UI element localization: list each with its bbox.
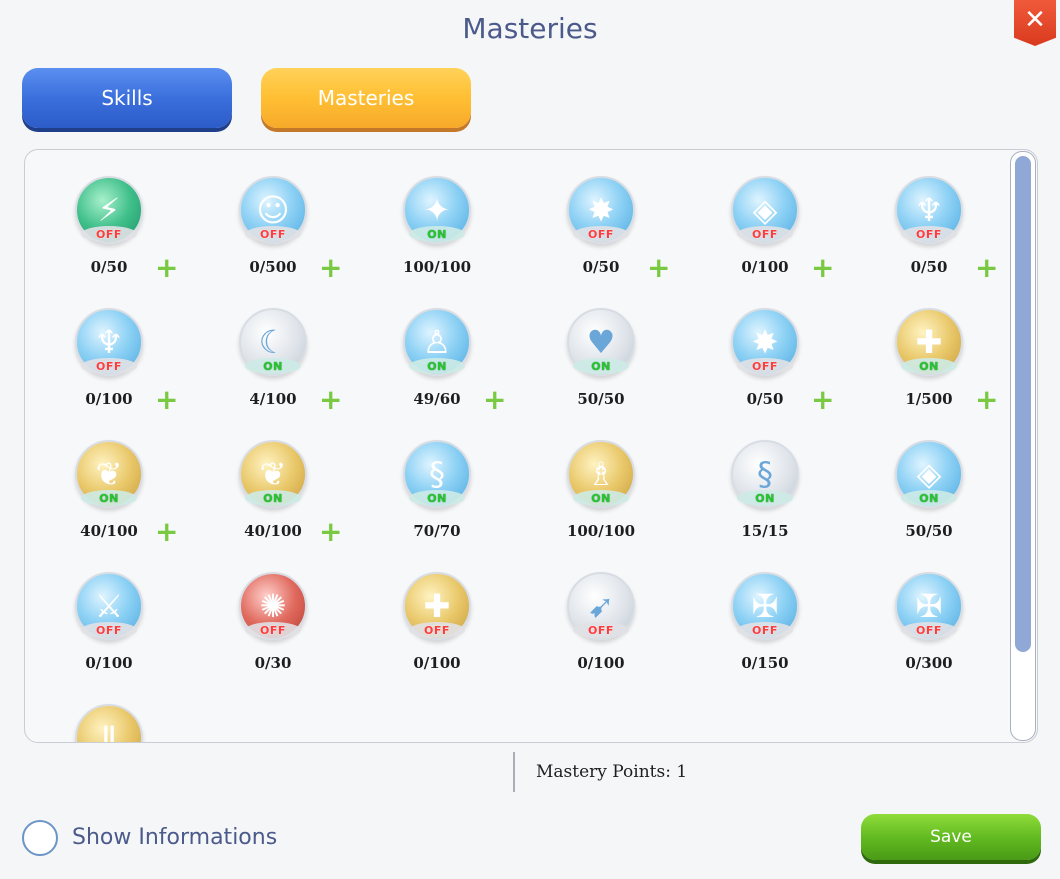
mastery-level: 100/100 bbox=[402, 258, 472, 276]
status-badge: ON bbox=[409, 226, 465, 242]
mastery-slot[interactable]: ♗ ON 100/100 bbox=[517, 414, 637, 540]
show-info-radio[interactable] bbox=[22, 820, 58, 856]
add-point-button[interactable]: + bbox=[319, 254, 342, 282]
close-button[interactable]: ✕ bbox=[1014, 0, 1056, 46]
mastery-slot[interactable]: ☺ OFF 0/500 + bbox=[189, 150, 342, 282]
add-point-button[interactable]: + bbox=[155, 254, 178, 282]
mastery-slot[interactable]: ✺ OFF 0/30 bbox=[189, 546, 309, 672]
mastery-level: 15/15 bbox=[741, 522, 789, 540]
mastery-slot[interactable]: Ⅱ bbox=[25, 678, 145, 742]
mastery-slot[interactable]: ❦ ON 40/100 + bbox=[25, 414, 178, 546]
mastery-slot[interactable]: ✸ OFF 0/50 + bbox=[517, 150, 670, 282]
mastery-slot[interactable]: ⚔ OFF 0/100 bbox=[25, 546, 145, 672]
status-badge: ON bbox=[573, 490, 629, 506]
close-icon: ✕ bbox=[1024, 5, 1046, 35]
tab-skills[interactable]: Skills bbox=[22, 68, 232, 128]
mastery-level: 0/50 bbox=[90, 258, 128, 276]
status-badge: ON bbox=[737, 490, 793, 506]
status-badge: ON bbox=[245, 490, 301, 506]
status-badge: ON bbox=[245, 358, 301, 374]
status-badge: ON bbox=[901, 490, 957, 506]
window-title: Masteries bbox=[462, 12, 598, 45]
mastery-level: 40/100 bbox=[244, 522, 302, 540]
status-badge: OFF bbox=[901, 622, 957, 638]
status-badge: OFF bbox=[573, 622, 629, 638]
add-point-button[interactable]: + bbox=[319, 518, 342, 546]
mastery-slot[interactable]: ☾ ON 4/100 + bbox=[189, 282, 342, 414]
save-button[interactable]: Save bbox=[861, 814, 1041, 860]
status-badge: OFF bbox=[245, 226, 301, 242]
mastery-level: 4/100 bbox=[249, 390, 297, 408]
status-badge: OFF bbox=[81, 226, 137, 242]
add-point-button[interactable]: + bbox=[155, 386, 178, 414]
add-point-button[interactable]: + bbox=[975, 386, 998, 414]
mastery-level: 0/100 bbox=[85, 654, 133, 672]
mastery-slot[interactable]: ✚ OFF 0/100 bbox=[353, 546, 473, 672]
status-badge: OFF bbox=[737, 358, 793, 374]
add-point-button[interactable]: + bbox=[483, 386, 506, 414]
status-badge: ON bbox=[901, 358, 957, 374]
status-badge: OFF bbox=[901, 226, 957, 242]
status-badge: OFF bbox=[573, 226, 629, 242]
mastery-slot[interactable]: ♥ ON 50/50 bbox=[517, 282, 637, 408]
mastery-level: 70/70 bbox=[413, 522, 461, 540]
mastery-level: 0/50 bbox=[746, 390, 784, 408]
show-info-label[interactable]: Show Informations bbox=[72, 825, 277, 850]
mastery-level: 0/50 bbox=[582, 258, 620, 276]
add-point-button[interactable]: + bbox=[647, 254, 670, 282]
mastery-level: 0/100 bbox=[741, 258, 789, 276]
mastery-level: 0/150 bbox=[741, 654, 789, 672]
mastery-slot[interactable]: ✠ OFF 0/300 bbox=[845, 546, 965, 672]
status-badge: OFF bbox=[409, 622, 465, 638]
add-point-button[interactable]: + bbox=[811, 254, 834, 282]
status-badge: OFF bbox=[737, 622, 793, 638]
status-badge: OFF bbox=[245, 622, 301, 638]
mastery-level: 0/50 bbox=[910, 258, 948, 276]
mastery-slot[interactable]: ◈ OFF 0/100 + bbox=[681, 150, 834, 282]
mastery-slot[interactable]: ➹ OFF 0/100 bbox=[517, 546, 637, 672]
mastery-level: 1/500 bbox=[905, 390, 953, 408]
mastery-slot[interactable]: ✸ OFF 0/50 + bbox=[681, 282, 834, 414]
mastery-level: 0/100 bbox=[85, 390, 133, 408]
status-badge: OFF bbox=[81, 358, 137, 374]
mastery-slot[interactable]: ♆ OFF 0/50 + bbox=[845, 150, 998, 282]
mastery-slot[interactable]: ◈ ON 50/50 bbox=[845, 414, 965, 540]
mastery-points: Mastery Points: 1 bbox=[536, 762, 688, 782]
mastery-slot[interactable]: ✚ ON 1/500 + bbox=[845, 282, 998, 414]
mastery-level: 50/50 bbox=[577, 390, 625, 408]
status-badge: ON bbox=[573, 358, 629, 374]
mastery-slot[interactable]: ✦ ON 100/100 bbox=[353, 150, 473, 276]
mastery-level: 0/500 bbox=[249, 258, 297, 276]
tab-masteries[interactable]: Masteries bbox=[261, 68, 471, 128]
status-badge: OFF bbox=[81, 622, 137, 638]
scrollbar[interactable] bbox=[1010, 151, 1036, 741]
mastery-slot[interactable]: ✠ OFF 0/150 bbox=[681, 546, 801, 672]
add-point-button[interactable]: + bbox=[811, 386, 834, 414]
mastery-slot[interactable]: ♙ ON 49/60 + bbox=[353, 282, 506, 414]
status-badge: ON bbox=[409, 358, 465, 374]
mastery-grid-panel: ⚡ OFF 0/50 + ☺ OFF 0/500 + ✦ ON 100/100 ✸ OFF 0/50 + ◈ O… bbox=[24, 149, 1038, 743]
status-badge: OFF bbox=[737, 226, 793, 242]
add-point-button[interactable]: + bbox=[155, 518, 178, 546]
add-point-button[interactable]: + bbox=[319, 386, 342, 414]
mastery-slot[interactable]: ⚡ OFF 0/50 + bbox=[25, 150, 178, 282]
status-badge: ON bbox=[409, 490, 465, 506]
scrollbar-thumb[interactable] bbox=[1015, 156, 1031, 652]
mastery-slot[interactable]: § ON 15/15 bbox=[681, 414, 801, 540]
status-badge: ON bbox=[81, 490, 137, 506]
mastery-slot[interactable]: ❦ ON 40/100 + bbox=[189, 414, 342, 546]
mastery-level: 0/300 bbox=[905, 654, 953, 672]
gold-tome-icon[interactable]: Ⅱ bbox=[75, 704, 143, 742]
mastery-slot[interactable]: § ON 70/70 bbox=[353, 414, 473, 540]
mastery-level: 0/100 bbox=[577, 654, 625, 672]
mastery-level: 0/100 bbox=[413, 654, 461, 672]
mastery-level: 100/100 bbox=[566, 522, 636, 540]
footer-divider bbox=[513, 752, 515, 792]
mastery-level: 50/50 bbox=[905, 522, 953, 540]
mastery-level: 40/100 bbox=[80, 522, 138, 540]
mastery-slot[interactable]: ♆ OFF 0/100 + bbox=[25, 282, 178, 414]
mastery-level: 0/30 bbox=[254, 654, 292, 672]
mastery-level: 49/60 bbox=[413, 390, 461, 408]
add-point-button[interactable]: + bbox=[975, 254, 998, 282]
